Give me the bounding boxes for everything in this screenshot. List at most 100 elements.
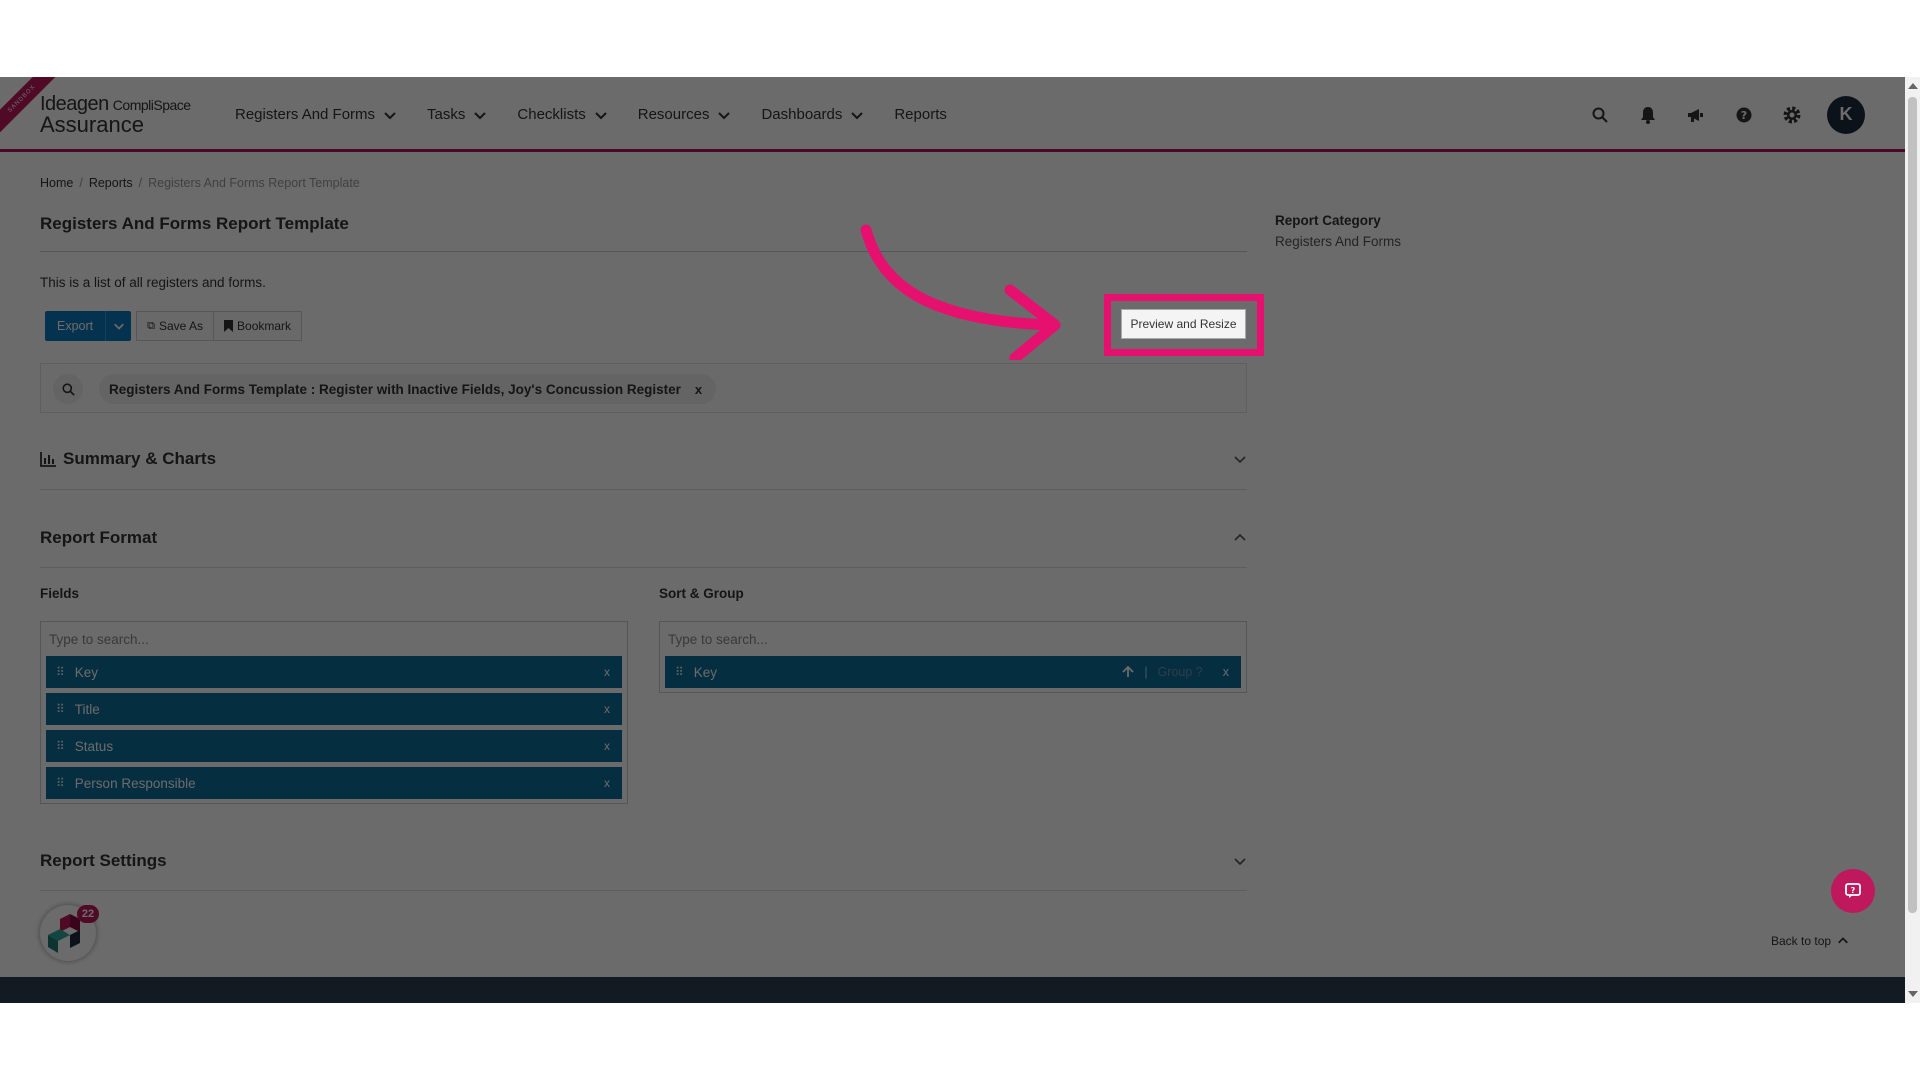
nav-checklists[interactable]: Checklists	[517, 106, 607, 123]
back-to-top-link[interactable]: Back to top	[1771, 934, 1849, 948]
svg-text:?: ?	[1741, 109, 1747, 122]
remove-field-button[interactable]: x	[604, 776, 610, 790]
report-toolbar: Export ⧉ Save As Bookmark	[45, 311, 303, 341]
scroll-thumb[interactable]	[1908, 97, 1917, 913]
report-format-section[interactable]: Report Format	[40, 528, 1247, 548]
remove-field-button[interactable]: x	[604, 702, 610, 716]
scrollbar[interactable]	[1905, 77, 1920, 1003]
breadcrumb: Home / Reports / Registers And Forms Rep…	[40, 176, 360, 190]
field-item[interactable]: ⠿ Title x	[46, 693, 622, 725]
fields-search-input[interactable]: Type to search...	[41, 622, 627, 656]
filter-chip[interactable]: Registers And Forms Template : Register …	[99, 374, 717, 404]
nav-label: Dashboards	[761, 106, 843, 123]
group-toggle[interactable]: Group ?	[1158, 665, 1203, 679]
nav-resources[interactable]: Resources	[638, 106, 732, 123]
help-icon[interactable]: ?	[1733, 104, 1755, 126]
search-icon[interactable]	[53, 374, 83, 404]
save-as-label: Save As	[159, 319, 204, 333]
chevron-down-icon	[718, 111, 731, 119]
chat-icon: ?	[1845, 883, 1861, 898]
breadcrumb-current: Registers And Forms Report Template	[148, 176, 360, 190]
sort-group-box: Type to search... ⠿ Key | Group ? x	[659, 621, 1247, 693]
user-avatar[interactable]: K	[1827, 95, 1865, 134]
export-dropdown-toggle[interactable]	[105, 311, 132, 341]
breadcrumb-separator: /	[138, 176, 143, 190]
bar-chart-icon	[40, 451, 56, 467]
export-button[interactable]: Export	[45, 311, 106, 341]
filter-bar: Registers And Forms Template : Register …	[40, 363, 1247, 413]
fields-box: Type to search... ⠿ Key x ⠿ Title x ⠿ St…	[40, 621, 628, 804]
field-item[interactable]: ⠿ Status x	[46, 730, 622, 762]
breadcrumb-reports[interactable]: Reports	[89, 176, 133, 190]
sort-label: Key	[693, 664, 718, 680]
logo-sub: CompliSpace	[112, 97, 191, 113]
pointer-arrow-icon	[860, 224, 1061, 360]
chevron-down-icon	[384, 111, 396, 119]
remove-filter-button[interactable]: x	[695, 382, 702, 397]
remove-field-button[interactable]: x	[604, 739, 610, 753]
scroll-up-arrow[interactable]	[1908, 83, 1918, 89]
app-logo[interactable]: Ideagen CompliSpace Assurance	[40, 93, 191, 138]
sort-item[interactable]: ⠿ Key | Group ? x	[665, 656, 1241, 688]
remove-sort-button[interactable]: x	[1223, 665, 1229, 679]
report-category-title: Report Category	[1275, 213, 1381, 228]
highlight-box	[1104, 294, 1264, 356]
scroll-down-arrow[interactable]	[1908, 991, 1918, 997]
breadcrumb-separator: /	[79, 176, 83, 190]
bookmark-button[interactable]: Bookmark	[214, 311, 303, 341]
footer-bar	[0, 977, 1905, 1003]
field-label: Title	[74, 701, 100, 717]
drag-handle-icon[interactable]: ⠿	[56, 776, 65, 790]
chevron-down-icon	[1234, 858, 1246, 866]
bell-icon[interactable]	[1637, 104, 1659, 126]
drag-handle-icon[interactable]: ⠿	[56, 702, 65, 716]
sort-group-label: Sort & Group	[659, 586, 744, 601]
field-label: Status	[74, 738, 114, 754]
summary-charts-section[interactable]: Summary & Charts	[40, 449, 1247, 469]
breadcrumb-home[interactable]: Home	[40, 176, 73, 190]
nav-label: Resources	[637, 106, 710, 123]
arrow-up-icon[interactable]	[1122, 666, 1134, 678]
drag-handle-icon[interactable]: ⠿	[675, 665, 684, 679]
page-description: This is a list of all registers and form…	[40, 275, 266, 290]
field-label: Key	[74, 664, 99, 680]
separator: |	[1144, 665, 1148, 679]
chevron-down-icon	[474, 111, 487, 119]
nav-label: Reports	[894, 106, 947, 123]
chat-button[interactable]: ?	[1831, 869, 1875, 913]
nav-label: Tasks	[427, 106, 466, 123]
chevron-down-icon	[595, 111, 607, 119]
gear-icon[interactable]	[1781, 104, 1803, 126]
page-title: Registers And Forms Report Template	[40, 214, 349, 233]
drag-handle-icon[interactable]: ⠿	[56, 739, 65, 753]
field-label: Person Responsible	[74, 775, 196, 791]
nav-label: Checklists	[517, 106, 586, 123]
filter-chip-label: Registers And Forms Template : Register …	[109, 381, 681, 397]
svg-text:?: ?	[1851, 886, 1856, 895]
bookmark-icon	[224, 320, 234, 332]
main-nav: Registers And Forms Tasks Checklists Res…	[235, 77, 977, 152]
save-as-button[interactable]: ⧉ Save As	[136, 311, 215, 341]
field-item[interactable]: ⠿ Key x	[46, 656, 622, 688]
sort-controls: | Group ? x	[1122, 665, 1229, 679]
divider	[40, 890, 1247, 891]
nav-dashboards[interactable]: Dashboards	[761, 106, 864, 123]
remove-field-button[interactable]: x	[604, 665, 610, 679]
section-title: Report Settings	[40, 851, 167, 870]
field-item[interactable]: ⠿ Person Responsible x	[46, 767, 622, 799]
nav-registers-and-forms[interactable]: Registers And Forms	[235, 106, 397, 123]
nav-tasks[interactable]: Tasks	[427, 106, 487, 123]
drag-handle-icon[interactable]: ⠿	[56, 665, 65, 679]
section-title: Report Format	[40, 528, 158, 547]
back-to-top-label: Back to top	[1771, 934, 1832, 948]
report-settings-section[interactable]: Report Settings	[40, 851, 1247, 871]
search-icon[interactable]	[1589, 104, 1611, 126]
report-category-value: Registers And Forms	[1275, 234, 1402, 249]
sort-search-input[interactable]: Type to search...	[660, 622, 1246, 656]
divider	[40, 489, 1247, 490]
megaphone-icon[interactable]	[1685, 104, 1707, 126]
top-header: SANDBOX Ideagen CompliSpace Assurance Reg…	[0, 77, 1905, 152]
nav-reports[interactable]: Reports	[894, 106, 947, 123]
chevron-down-icon	[113, 323, 124, 330]
notification-badge: 22	[77, 905, 99, 923]
